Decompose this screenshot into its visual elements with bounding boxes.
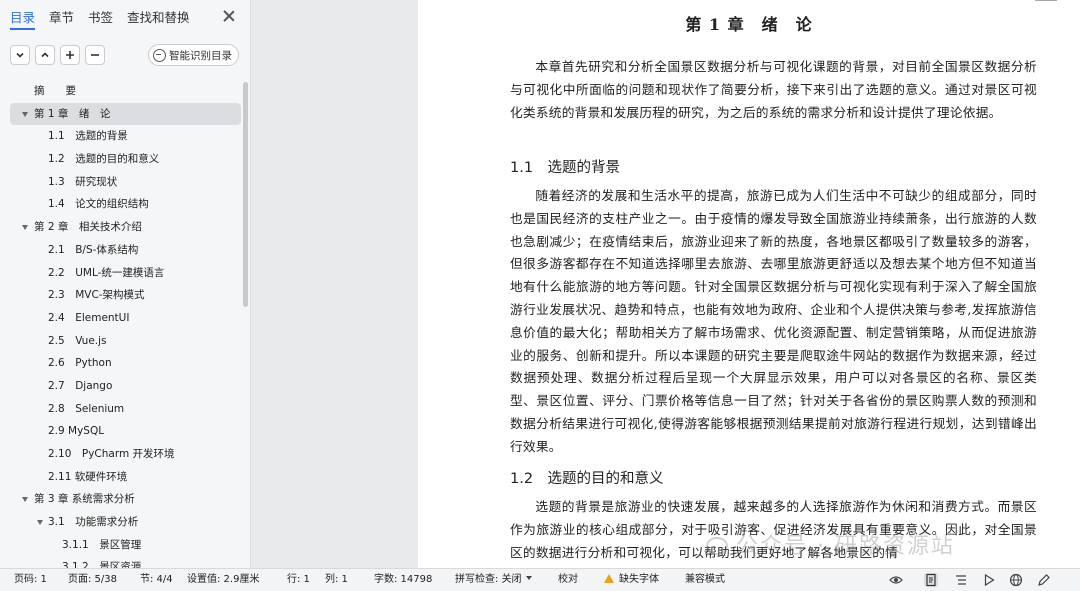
toc-item[interactable]: 1.3 研究现状 [0, 171, 251, 194]
section-1-1-body: 随着经济的发展和生活水平的提高，旅游已成为人们生活中不可缺少的组成部分，同时也是… [510, 188, 1037, 454]
toc-item-label: 第 3 章 系统需求分析 [34, 493, 135, 506]
expand-arrow-icon[interactable] [37, 520, 43, 526]
toc-item[interactable]: 1.1 选题的背景 [0, 125, 251, 148]
toc-item[interactable]: 2.2 UML-统一建模语言 [0, 262, 251, 285]
toc-item-label: 2.6 Python [48, 357, 112, 370]
pen-icon[interactable] [1037, 573, 1051, 587]
toc-item[interactable]: 3.1.1 景区管理 [0, 534, 251, 557]
toc-item-label: 2.10 PyCharm 开发环境 [48, 448, 175, 460]
toc-item-label: 2.4 ElementUI [48, 311, 130, 324]
toc-item-label: 2.11 软硬件环境 [48, 470, 128, 483]
toc-item-label: 1.1 选题的背景 [48, 130, 128, 143]
chapter-title: 第 1 章 绪 论 [685, 15, 813, 34]
toc-item-label: 1.2 选题的目的和意义 [48, 153, 160, 166]
toc-item[interactable]: 2.1 B/S-体系结构 [0, 239, 251, 262]
toc-item[interactable]: 1.4 论文的组织结构 [0, 193, 251, 216]
page-corner-mark [1035, 0, 1057, 6]
section-1-2-title: 1.2 选题的目的和意义 [510, 471, 664, 487]
warning-icon [604, 574, 614, 583]
expand-arrow-icon[interactable] [22, 225, 28, 231]
toc-item-label: 2.1 B/S-体系结构 [48, 243, 139, 256]
outline-view-icon[interactable] [954, 573, 968, 587]
toc-item-label: 2.3 MVC-架构模式 [48, 289, 145, 302]
eye-icon[interactable] [889, 573, 903, 587]
document-area: H₁ 第 1 章 绪 论 本章首先研究和分析全国景区数据分析与可视化课题的背景，… [251, 0, 1080, 568]
play-icon[interactable] [982, 573, 996, 587]
spellcheck-toggle[interactable]: 拼写检查: 关闭 [455, 573, 532, 587]
status-setting: 设置值: 2.9厘米 [187, 574, 260, 585]
chevron-down-icon[interactable] [10, 45, 30, 65]
smart-toc-icon [153, 48, 166, 62]
smart-toc-label: 智能识别目录 [169, 49, 232, 62]
status-col: 列: 1 [325, 574, 348, 585]
missing-font-button[interactable]: 缺失字体 [604, 573, 659, 587]
toc-item-label: 2.8 Selenium [48, 402, 125, 415]
tab-toc[interactable]: 目录 [10, 0, 36, 36]
toc-item[interactable]: 2.8 Selenium [0, 398, 251, 421]
toc-item-label: 2.9 MySQL [48, 425, 105, 438]
tab-chapters[interactable]: 章节 [49, 0, 74, 36]
toc-item-label: 3.1 功能需求分析 [48, 516, 139, 529]
toc-item-label: 摘 要 [34, 85, 76, 97]
toc-item[interactable]: 2.4 ElementUI [0, 307, 251, 330]
toc-item[interactable]: 2.11 软硬件环境 [0, 466, 251, 489]
close-icon[interactable] [222, 9, 236, 23]
section-1-2-body: 选题的背景是旅游业的快速发展，越来越多的人选择旅游作为休闲和消费方式。而景区作为… [510, 499, 1037, 560]
expand-arrow-icon[interactable] [22, 497, 28, 503]
plus-icon[interactable] [60, 45, 80, 65]
globe-icon[interactable] [1009, 573, 1023, 587]
status-page-code: 页码: 1 [14, 574, 47, 585]
chevron-up-icon[interactable] [35, 45, 55, 65]
toc-item-label: 3.1.1 景区管理 [62, 538, 142, 551]
toc-item[interactable]: 2.7 Django [0, 375, 251, 398]
toc-item-label: 1.3 研究现状 [48, 175, 118, 188]
caret-down-icon [525, 576, 532, 580]
toc-list: 摘 要第 1 章 绪 论 1.1 选题的背景 1.2 选题的目的和意义 1.3 研究现… [0, 80, 251, 568]
toc-item[interactable]: 2.10 PyCharm 开发环境 [0, 443, 251, 466]
toc-item[interactable]: 3.1.2 景区资源 [0, 556, 251, 568]
section-1-1-title: 1.1 选题的背景 [510, 160, 621, 176]
toc-item-label: 3.1.2 景区资源 [62, 561, 142, 568]
status-page[interactable]: 页面: 5/38 [68, 573, 117, 587]
sidebar-scrollbar[interactable] [243, 82, 248, 307]
intro-paragraph: 本章首先研究和分析全国景区数据分析与可视化课题的背景，对目前全国景区数据分析与可… [510, 59, 1037, 120]
toc-item-label: 2.5 Vue.js [48, 334, 107, 347]
toc-item[interactable]: 摘 要 [0, 80, 251, 103]
sidebar-tabs: 目录 章节 书签 查找和替换 [0, 0, 250, 36]
document-page[interactable]: 第 1 章 绪 论 本章首先研究和分析全国景区数据分析与可视化课题的背景，对目前… [418, 0, 1080, 568]
status-section: 节: 4/4 [140, 574, 173, 585]
page-view-icon[interactable] [924, 573, 938, 587]
toc-item[interactable]: 2.5 Vue.js [0, 330, 251, 353]
status-word-count[interactable]: 字数: 14798 [374, 573, 432, 587]
toc-toolbar: 智能识别目录 [0, 36, 250, 74]
toc-item[interactable]: 第 2 章 相关技术介绍 [0, 216, 251, 239]
toc-item[interactable]: 第 1 章 绪 论 [10, 102, 241, 126]
toc-item-label: 2.2 UML-统一建模语言 [48, 266, 165, 279]
smart-toc-button[interactable]: 智能识别目录 [148, 44, 239, 66]
toc-sidebar: 目录 章节 书签 查找和替换 智能识别目录 摘 要第 1 章 绪 论 1.1 选题… [0, 0, 251, 568]
toc-item[interactable]: 2.3 MVC-架构模式 [0, 284, 251, 307]
status-row: 行: 1 [287, 574, 310, 585]
toc-item-label: 2.7 Django [48, 379, 113, 392]
toc-item-label: 第 1 章 绪 论 [34, 107, 111, 120]
toc-item[interactable]: 3.1 功能需求分析 [0, 511, 251, 534]
toc-item[interactable]: 1.2 选题的目的和意义 [0, 148, 251, 171]
toc-item[interactable]: 2.6 Python [0, 352, 251, 375]
toc-item-label: 第 2 章 相关技术介绍 [34, 221, 142, 234]
toc-item[interactable]: 2.9 MySQL [0, 420, 251, 443]
toc-item-label: 1.4 论文的组织结构 [48, 198, 149, 211]
toc-item[interactable]: 第 3 章 系统需求分析 [0, 488, 251, 511]
tab-bookmarks[interactable]: 书签 [88, 0, 113, 36]
tab-find-replace[interactable]: 查找和替换 [127, 0, 190, 36]
expand-arrow-icon[interactable] [22, 111, 28, 117]
minus-icon[interactable] [85, 45, 105, 65]
compat-mode[interactable]: 兼容模式 [685, 573, 725, 587]
status-bar: 页码: 1 页面: 5/38 节: 4/4 设置值: 2.9厘米 行: 1 列:… [0, 568, 1080, 591]
proofread-button[interactable]: 校对 [558, 573, 578, 587]
